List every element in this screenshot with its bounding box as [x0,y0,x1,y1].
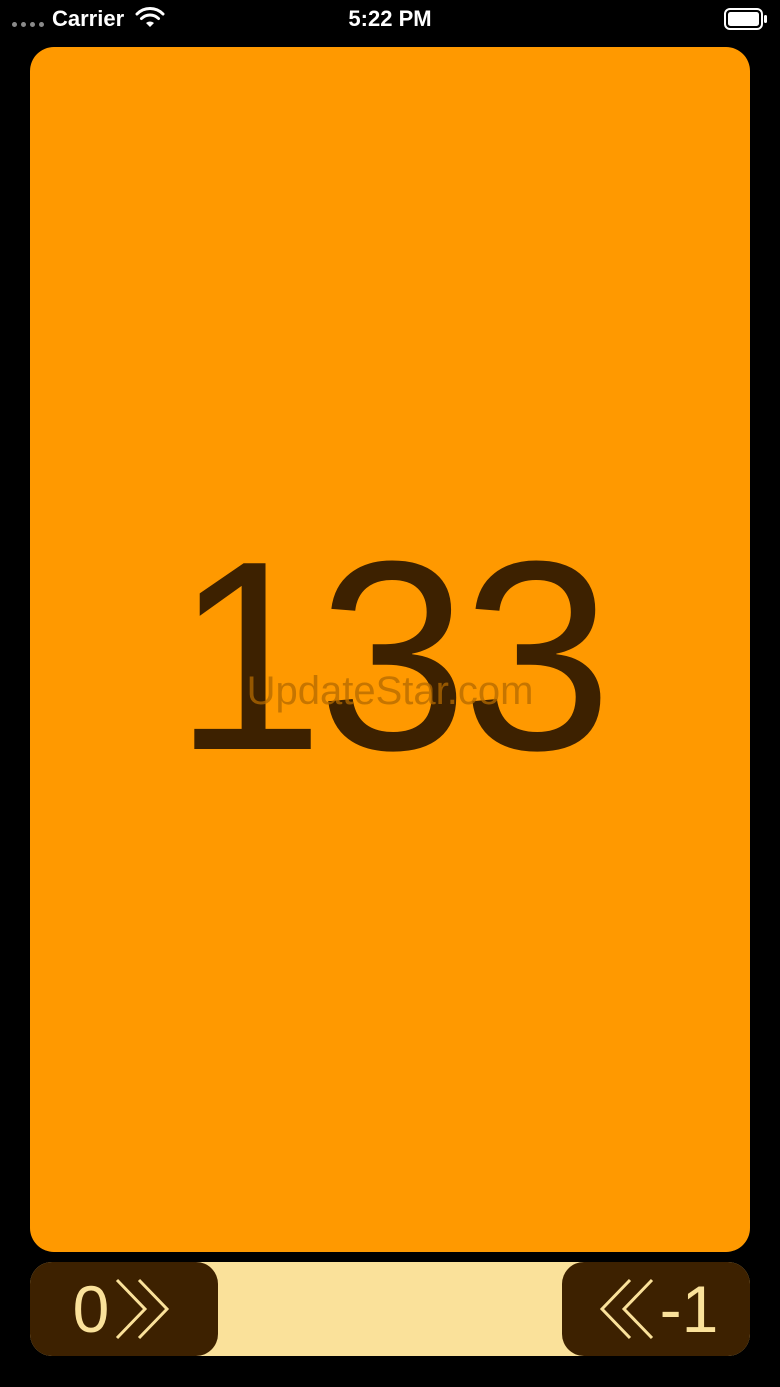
battery-icon [724,8,767,30]
control-bar: 0 -1 [30,1262,750,1356]
counter-display[interactable]: 133 UpdateStar.com [30,47,750,1252]
status-bar: Carrier 5:22 PM [0,0,780,40]
chevron-double-right-icon [116,1278,170,1340]
chevron-double-left-icon [599,1278,653,1340]
decrement-button[interactable]: -1 [562,1262,750,1356]
reset-button[interactable]: 0 [30,1262,218,1356]
count-value: 133 [173,506,612,807]
watermark-text: UpdateStar.com [246,669,534,713]
decrement-label: -1 [659,1272,719,1346]
status-time: 5:22 PM [348,6,432,31]
reset-label: 0 [72,1272,110,1346]
